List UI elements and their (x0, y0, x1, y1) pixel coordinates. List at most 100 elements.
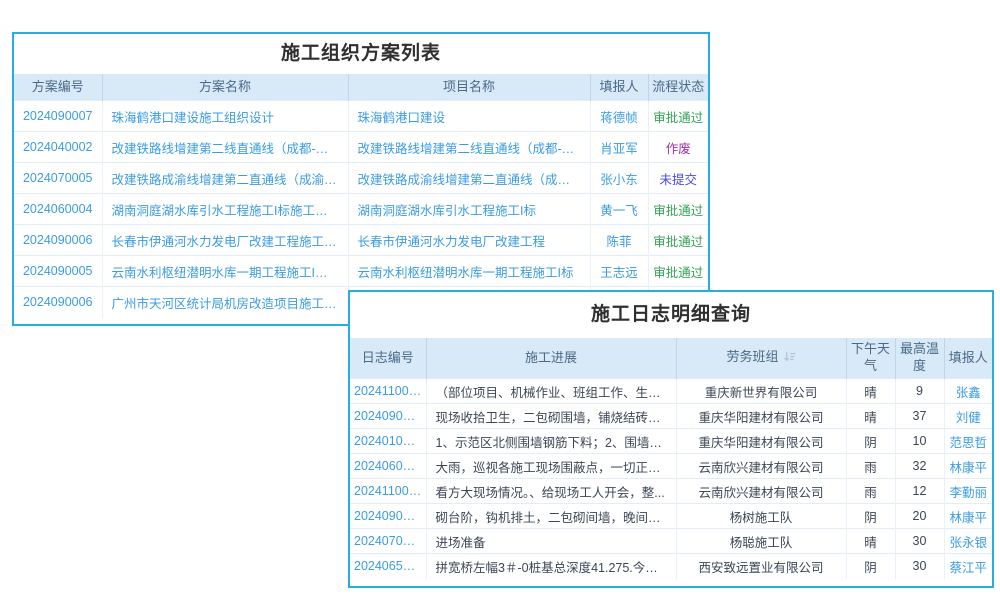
plan-table-row: 2024060004 湖南洞庭湖水库引水工程施工I标施工组织设计 湖南洞庭湖水库… (14, 194, 708, 225)
log-col-header-team[interactable]: 劳务班组 (676, 338, 846, 379)
project-name-link[interactable]: 改建铁路成渝线增建第二直通线（成渝枢... (348, 163, 590, 194)
plan-id-link[interactable]: 2024090006 (14, 225, 102, 256)
plan-reporter-link[interactable]: 肖亚军 (590, 132, 648, 163)
project-name-link[interactable]: 湖南洞庭湖水库引水工程施工I标 (348, 194, 590, 225)
log-weather-text: 晴 (846, 379, 895, 404)
plan-name-link[interactable]: 长春市伊通河水力发电厂改建工程施工组织设计 (102, 225, 348, 256)
plan-table-body: 2024090007 珠海鹤港口建设施工组织设计 珠海鹤港口建设 蒋德帧 审批通… (14, 101, 708, 318)
log-col-header-temp: 最高温度 (895, 338, 944, 379)
plan-status-badge: 作废 (648, 132, 708, 163)
log-id-link[interactable]: 2024110013 (350, 379, 426, 404)
plan-list-panel: 施工组织方案列表 方案编号 方案名称 项目名称 填报人 流程状态 2024090… (12, 32, 710, 326)
plan-name-link[interactable]: 云南水利枢纽潜明水库一期工程施工I标施工组... (102, 256, 348, 287)
log-col-header-id: 日志编号 (350, 338, 426, 379)
plan-name-link[interactable]: 改建铁路线增建第二线直通线（成都-西安）... (102, 132, 348, 163)
log-progress-text: 进场准备 (426, 529, 676, 554)
log-temp-text: 32 (895, 454, 944, 479)
log-id-link[interactable]: 2024110001 (350, 479, 426, 504)
log-reporter-link[interactable]: 刘健 (944, 404, 992, 429)
plan-col-header-name: 方案名称 (102, 74, 348, 101)
log-weather-text: 晴 (846, 404, 895, 429)
page: { "colors": { "panel_border": "#25aede",… (0, 0, 1000, 600)
log-progress-text: 拼宽桥左幅3＃-0桩基总深度41.275.今日进... (426, 554, 676, 579)
log-team-text: 云南欣兴建材有限公司 (676, 454, 846, 479)
log-temp-text: 37 (895, 404, 944, 429)
log-reporter-link[interactable]: 张永银 (944, 529, 992, 554)
plan-status-badge: 审批通过 (648, 101, 708, 132)
sort-descending-icon[interactable] (783, 350, 796, 368)
log-team-text: 西安致远置业有限公司 (676, 554, 846, 579)
log-id-link[interactable]: 2024090004 (350, 404, 426, 429)
plan-name-link[interactable]: 珠海鹤港口建设施工组织设计 (102, 101, 348, 132)
log-table-row: 2024010004 1、示范区北侧围墙钢筋下料；2、围墙地... 重庆华阳建材… (350, 429, 992, 454)
plan-id-link[interactable]: 2024060004 (14, 194, 102, 225)
log-table: 日志编号 施工进展 劳务班组 下午天气 最高温度 填报人 2024110013 … (350, 338, 992, 579)
plan-id-link[interactable]: 2024090007 (14, 101, 102, 132)
plan-id-link[interactable]: 2024090006 (14, 287, 102, 318)
plan-col-header-status: 流程状态 (648, 74, 708, 101)
log-id-link[interactable]: 2024070011 (350, 529, 426, 554)
log-weather-text: 阴 (846, 504, 895, 529)
project-name-link[interactable]: 珠海鹤港口建设 (348, 101, 590, 132)
log-weather-text: 雨 (846, 454, 895, 479)
log-team-text: 重庆新世界有限公司 (676, 379, 846, 404)
plan-table-row: 2024090007 珠海鹤港口建设施工组织设计 珠海鹤港口建设 蒋德帧 审批通… (14, 101, 708, 132)
log-table-row: 2024090004 现场收拾卫生，二包砌围墙，铺烧结砖，... 重庆华阳建材有… (350, 404, 992, 429)
log-progress-text: （部位项目、机械作业、班组工作、生产... (426, 379, 676, 404)
log-id-link[interactable]: 2024060003 (350, 454, 426, 479)
project-name-link[interactable]: 长春市伊通河水力发电厂改建工程 (348, 225, 590, 256)
plan-name-link[interactable]: 广州市天河区统计局机房改造项目施工组织设计 (102, 287, 348, 318)
log-weather-text: 阴 (846, 429, 895, 454)
log-reporter-link[interactable]: 蔡江平 (944, 554, 992, 579)
plan-reporter-link[interactable]: 张小东 (590, 163, 648, 194)
log-reporter-link[interactable]: 李勤丽 (944, 479, 992, 504)
log-temp-text: 9 (895, 379, 944, 404)
log-table-header-row: 日志编号 施工进展 劳务班组 下午天气 最高温度 填报人 (350, 338, 992, 379)
log-id-link[interactable]: 2024010004 (350, 429, 426, 454)
log-team-text: 杨树施工队 (676, 504, 846, 529)
plan-table-row: 2024070005 改建铁路成渝线增建第二直通线（成渝枢纽）... 改建铁路成… (14, 163, 708, 194)
plan-name-link[interactable]: 湖南洞庭湖水库引水工程施工I标施工组织设计 (102, 194, 348, 225)
plan-reporter-link[interactable]: 黄一飞 (590, 194, 648, 225)
plan-table-row: 2024090006 长春市伊通河水力发电厂改建工程施工组织设计 长春市伊通河水… (14, 225, 708, 256)
project-name-link[interactable]: 改建铁路线增建第二线直通线（成都-西安... (348, 132, 590, 163)
log-reporter-link[interactable]: 林康平 (944, 454, 992, 479)
log-table-row: 2024110013 （部位项目、机械作业、班组工作、生产... 重庆新世界有限… (350, 379, 992, 404)
log-query-panel: 施工日志明细查询 日志编号 施工进展 劳务班组 下午天气 最高温度 填报人 20… (348, 290, 994, 588)
log-temp-text: 10 (895, 429, 944, 454)
plan-table-row: 2024040002 改建铁路线增建第二线直通线（成都-西安）... 改建铁路线… (14, 132, 708, 163)
plan-status-badge: 审批通过 (648, 225, 708, 256)
plan-id-link[interactable]: 2024040002 (14, 132, 102, 163)
log-reporter-link[interactable]: 张鑫 (944, 379, 992, 404)
log-id-link[interactable]: 2024090009 (350, 504, 426, 529)
log-col-header-weather: 下午天气 (846, 338, 895, 379)
plan-id-link[interactable]: 2024090005 (14, 256, 102, 287)
log-team-text: 重庆华阳建材有限公司 (676, 404, 846, 429)
log-progress-text: 大雨，巡视各施工现场围蔽点，一切正常... (426, 454, 676, 479)
plan-reporter-link[interactable]: 陈菲 (590, 225, 648, 256)
log-reporter-link[interactable]: 林康平 (944, 504, 992, 529)
log-query-title: 施工日志明细查询 (350, 292, 992, 338)
log-temp-text: 30 (895, 554, 944, 579)
log-progress-text: 看方大现场情况。、给现场工人开会，整... (426, 479, 676, 504)
log-table-body: 2024110013 （部位项目、机械作业、班组工作、生产... 重庆新世界有限… (350, 379, 992, 579)
plan-table-header-row: 方案编号 方案名称 项目名称 填报人 流程状态 (14, 74, 708, 101)
plan-reporter-link[interactable]: 王志远 (590, 256, 648, 287)
plan-id-link[interactable]: 2024070005 (14, 163, 102, 194)
log-temp-text: 30 (895, 529, 944, 554)
log-col-header-progress: 施工进展 (426, 338, 676, 379)
log-reporter-link[interactable]: 范思哲 (944, 429, 992, 454)
plan-status-badge: 审批通过 (648, 194, 708, 225)
project-name-link[interactable]: 云南水利枢纽潜明水库一期工程施工I标 (348, 256, 590, 287)
log-table-row: 20240650002 拼宽桥左幅3＃-0桩基总深度41.275.今日进... … (350, 554, 992, 579)
plan-table: 方案编号 方案名称 项目名称 填报人 流程状态 2024090007 珠海鹤港口… (14, 74, 708, 318)
plan-reporter-link[interactable]: 蒋德帧 (590, 101, 648, 132)
log-id-link[interactable]: 20240650002 (350, 554, 426, 579)
log-progress-text: 现场收拾卫生，二包砌围墙，铺烧结砖，... (426, 404, 676, 429)
plan-status-badge: 审批通过 (648, 256, 708, 287)
log-team-text: 杨聪施工队 (676, 529, 846, 554)
log-table-row: 2024070011 进场准备 杨聪施工队 晴 30 张永银 (350, 529, 992, 554)
log-table-row: 2024060003 大雨，巡视各施工现场围蔽点，一切正常... 云南欣兴建材有… (350, 454, 992, 479)
plan-name-link[interactable]: 改建铁路成渝线增建第二直通线（成渝枢纽）... (102, 163, 348, 194)
log-table-row: 2024110001 看方大现场情况。、给现场工人开会，整... 云南欣兴建材有… (350, 479, 992, 504)
